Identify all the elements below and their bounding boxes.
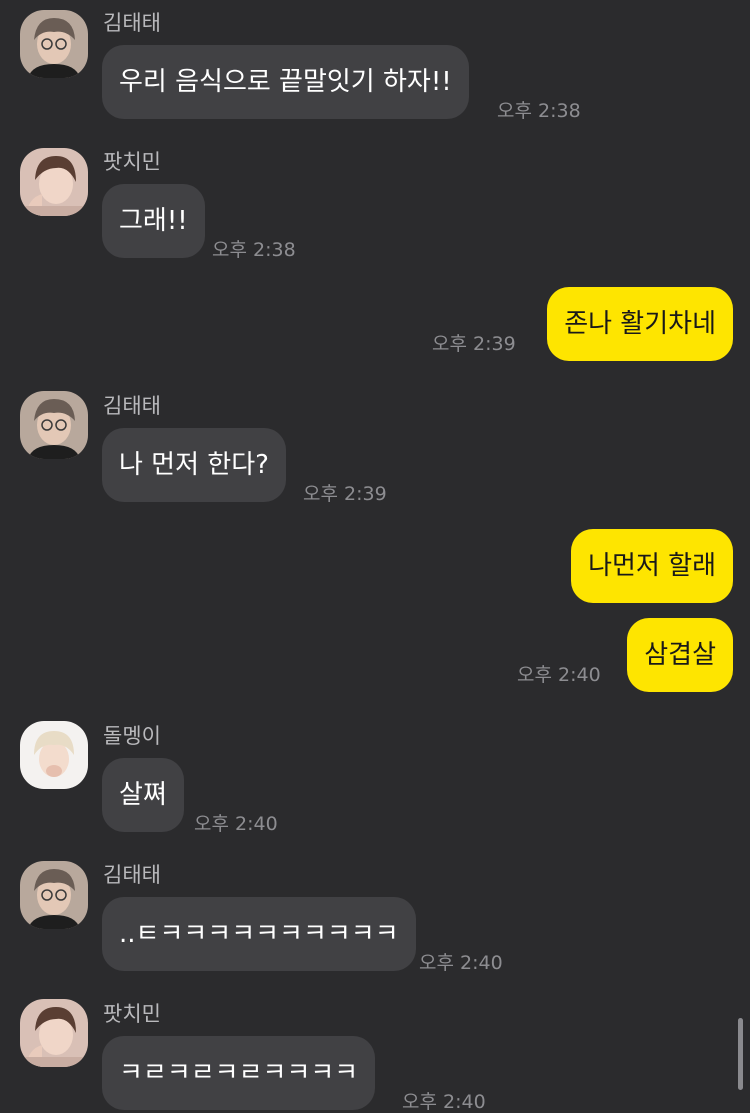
message-bubble[interactable]: 우리 음식으로 끝말잇기 하자!! bbox=[102, 45, 469, 119]
message-bubble[interactable]: 나 먼저 한다? bbox=[102, 428, 286, 502]
message-bubble[interactable]: 삼겹살 bbox=[627, 618, 733, 692]
message-time: 오후 2:40 bbox=[402, 1091, 486, 1113]
sender-name: 김태태 bbox=[103, 863, 161, 887]
message-time: 오후 2:39 bbox=[432, 333, 516, 355]
message-bubble[interactable]: ㅋㄹㅋㄹㅋㄹㅋㅋㅋㅋ bbox=[102, 1036, 376, 1110]
scrollbar[interactable] bbox=[738, 1018, 743, 1090]
message-time: 오후 2:40 bbox=[194, 813, 278, 835]
avatar[interactable] bbox=[20, 721, 88, 789]
avatar[interactable] bbox=[20, 148, 88, 216]
sender-name: 김태태 bbox=[103, 11, 161, 35]
profile-photo-icon bbox=[20, 10, 88, 78]
message-bubble[interactable]: 존나 활기차네 bbox=[547, 287, 733, 361]
avatar[interactable] bbox=[20, 999, 88, 1067]
message-time: 오후 2:39 bbox=[303, 483, 387, 505]
message-time: 오후 2:40 bbox=[419, 952, 503, 974]
avatar[interactable] bbox=[20, 861, 88, 929]
message-time: 오후 2:40 bbox=[517, 664, 601, 686]
avatar[interactable] bbox=[20, 391, 88, 459]
profile-photo-icon bbox=[20, 391, 88, 459]
message-bubble[interactable]: ..ㅌㅋㅋㅋㅋㅋㅋㅋㅋㅋㅋ bbox=[102, 897, 416, 971]
message-bubble[interactable]: 그래!! bbox=[102, 184, 205, 258]
message-time: 오후 2:38 bbox=[497, 100, 581, 122]
message-time: 오후 2:38 bbox=[212, 239, 296, 261]
profile-photo-icon bbox=[20, 148, 88, 216]
sender-name: 팟치민 bbox=[103, 150, 161, 174]
message-bubble[interactable]: 살쪄 bbox=[102, 758, 184, 832]
avatar[interactable] bbox=[20, 10, 88, 78]
message-bubble[interactable]: 나먼저 할래 bbox=[571, 529, 733, 603]
profile-photo-icon bbox=[20, 721, 88, 789]
profile-photo-icon bbox=[20, 861, 88, 929]
sender-name: 팟치민 bbox=[103, 1002, 161, 1026]
sender-name: 돌멩이 bbox=[103, 724, 161, 748]
sender-name: 김태태 bbox=[103, 394, 161, 418]
profile-photo-icon bbox=[20, 999, 88, 1067]
